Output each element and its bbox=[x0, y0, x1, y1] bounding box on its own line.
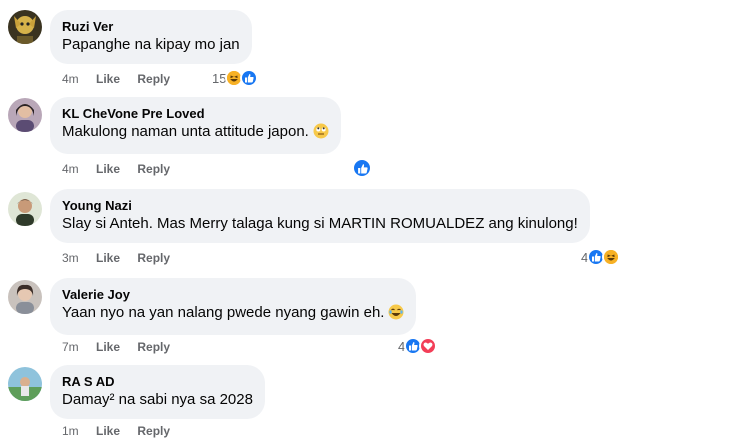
comment-time[interactable]: 4m bbox=[62, 71, 79, 87]
comment-bubble: Valerie Joy Yaan nyo na yan nalang pwede… bbox=[50, 278, 417, 335]
avatar[interactable] bbox=[8, 367, 42, 401]
comment-actions: 4m Like Reply bbox=[62, 71, 184, 87]
reply-button[interactable]: Reply bbox=[137, 423, 170, 439]
rolling-eyes-emoji-icon bbox=[313, 123, 329, 145]
comment-text: Damay² na sabi nya sa 2028 bbox=[62, 391, 253, 408]
comment-actions: 3m Like Reply bbox=[62, 250, 184, 266]
comment-time[interactable]: 7m bbox=[62, 339, 79, 355]
avatar[interactable] bbox=[8, 10, 42, 44]
laughing-emoji-icon bbox=[388, 304, 404, 326]
reply-button[interactable]: Reply bbox=[137, 339, 170, 355]
comment-text: Yaan nyo na yan nalang pwede nyang gawin… bbox=[62, 304, 385, 321]
avatar[interactable] bbox=[8, 192, 42, 226]
reaction-summary[interactable]: 4 bbox=[581, 248, 621, 266]
comment-author[interactable]: Young Nazi bbox=[62, 197, 578, 214]
comment-text: Makulong naman unta attitude japon. bbox=[62, 123, 309, 140]
like-button[interactable]: Like bbox=[96, 250, 120, 266]
comment-text-row: Makulong naman unta attitude japon. bbox=[62, 122, 329, 145]
reply-button[interactable]: Reply bbox=[137, 250, 170, 266]
comment-bubble: KL CheVone Pre Loved Makulong naman unta… bbox=[50, 97, 341, 154]
comment-bubble: Ruzi Ver Papanghe na kipay mo jan bbox=[50, 10, 252, 64]
comment-text-row: Yaan nyo na yan nalang pwede nyang gawin… bbox=[62, 303, 404, 326]
comment-actions: 4m Like Reply bbox=[62, 161, 184, 177]
like-reaction-icon bbox=[352, 158, 372, 178]
comment-author[interactable]: RA S AD bbox=[62, 373, 253, 390]
comment-author[interactable]: Valerie Joy bbox=[62, 286, 404, 303]
like-button[interactable]: Like bbox=[96, 423, 120, 439]
reaction-summary[interactable]: 4 bbox=[398, 337, 438, 355]
comment-bubble: RA S AD Damay² na sabi nya sa 2028 bbox=[50, 365, 265, 419]
avatar[interactable] bbox=[8, 280, 42, 314]
haha-icon bbox=[602, 248, 621, 266]
comment-text: Slay si Anteh. Mas Merry talaga kung si … bbox=[62, 215, 578, 232]
comment-time[interactable]: 3m bbox=[62, 250, 79, 266]
comment-text: Papanghe na kipay mo jan bbox=[62, 36, 240, 53]
reaction-summary[interactable]: 15 bbox=[212, 69, 259, 87]
comment-actions: 7m Like Reply bbox=[62, 339, 184, 355]
comment-author[interactable]: KL CheVone Pre Loved bbox=[62, 105, 329, 122]
like-button[interactable]: Like bbox=[96, 71, 120, 87]
comment-time[interactable]: 1m bbox=[62, 423, 79, 439]
like-button[interactable]: Like bbox=[96, 161, 120, 177]
like-reaction-icon bbox=[240, 69, 259, 87]
comment-time[interactable]: 4m bbox=[62, 161, 79, 177]
comment-author[interactable]: Ruzi Ver bbox=[62, 18, 240, 35]
comment-bubble: Young Nazi Slay si Anteh. Mas Merry tala… bbox=[50, 189, 590, 243]
reply-button[interactable]: Reply bbox=[137, 71, 170, 87]
love-icon bbox=[419, 337, 438, 355]
reply-button[interactable]: Reply bbox=[137, 161, 170, 177]
like-button[interactable]: Like bbox=[96, 339, 120, 355]
comment-actions: 1m Like Reply bbox=[62, 423, 184, 439]
avatar[interactable] bbox=[8, 98, 42, 132]
reaction-count: 15 bbox=[212, 70, 227, 86]
reaction-summary[interactable] bbox=[352, 158, 372, 178]
